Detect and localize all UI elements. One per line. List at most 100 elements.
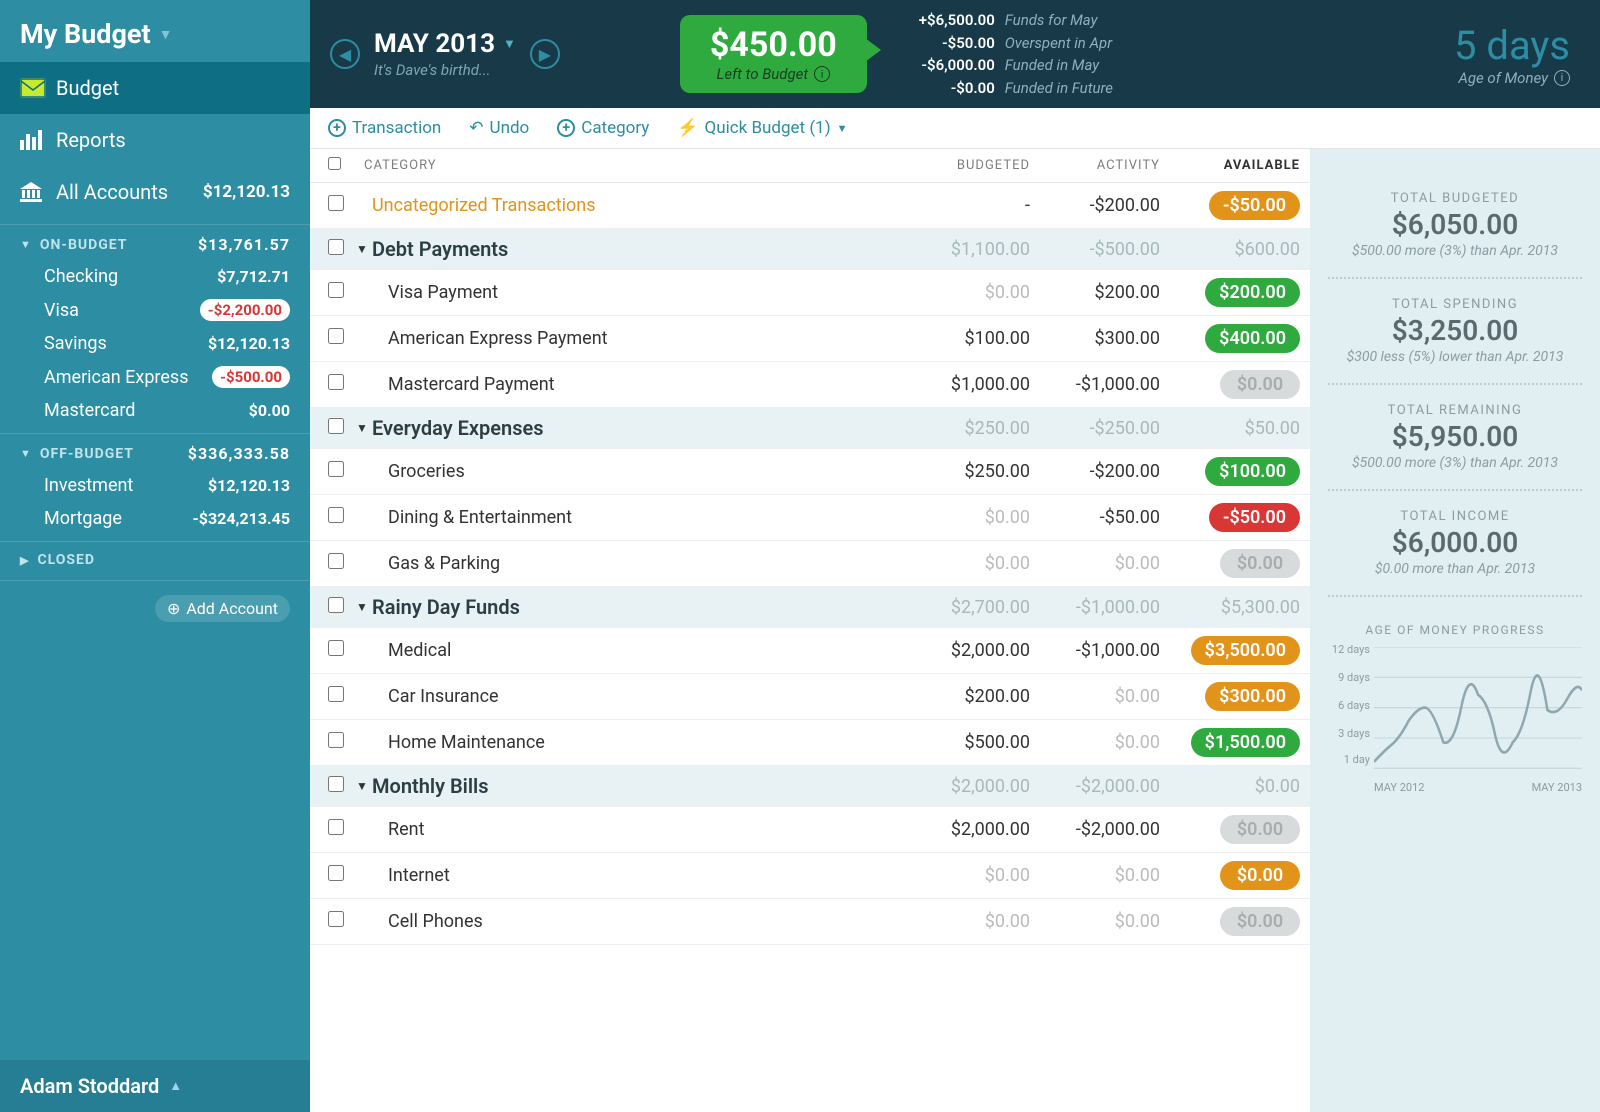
account-row[interactable]: Savings$12,120.13 xyxy=(0,327,310,360)
activity-value[interactable]: -$2,000.00 xyxy=(1030,819,1160,840)
category-group-row[interactable]: ▼Everyday Expenses$250.00-$250.00$50.00 xyxy=(310,408,1310,449)
row-checkbox[interactable] xyxy=(328,507,344,523)
month-selector[interactable]: MAY 2013 ▼ xyxy=(374,29,516,59)
row-checkbox[interactable] xyxy=(328,732,344,748)
chevron-down-icon[interactable]: ▼ xyxy=(356,242,372,256)
add-account-button[interactable]: ⊕ Add Account xyxy=(155,595,290,622)
category-row[interactable]: Home Maintenance$500.00$0.00$1,500.00 xyxy=(310,720,1310,766)
budgeted-value[interactable]: $0.00 xyxy=(900,507,1030,528)
account-row[interactable]: American Express-$500.00 xyxy=(0,360,310,394)
activity-value[interactable]: $300.00 xyxy=(1030,328,1160,349)
row-checkbox[interactable] xyxy=(328,239,344,255)
on-budget-header[interactable]: ▼ ON-BUDGET $13,761.57 xyxy=(0,224,310,260)
budget-selector[interactable]: My Budget ▼ xyxy=(0,0,310,62)
budgeted-value[interactable]: $0.00 xyxy=(900,865,1030,886)
account-row[interactable]: Visa-$2,200.00 xyxy=(0,293,310,327)
uncategorized-row[interactable]: Uncategorized Transactions--$200.00-$50.… xyxy=(310,183,1310,229)
row-checkbox[interactable] xyxy=(328,418,344,434)
row-checkbox[interactable] xyxy=(328,597,344,613)
category-group-row[interactable]: ▼Monthly Bills$2,000.00-$2,000.00$0.00 xyxy=(310,766,1310,807)
account-row[interactable]: Mastercard$0.00 xyxy=(0,394,310,427)
nav-reports[interactable]: Reports xyxy=(0,114,310,166)
available-pill[interactable]: $300.00 xyxy=(1205,682,1300,711)
budgeted-value[interactable]: $1,000.00 xyxy=(900,374,1030,395)
budgeted-value[interactable]: $0.00 xyxy=(900,553,1030,574)
chevron-down-icon[interactable]: ▼ xyxy=(356,779,372,793)
row-checkbox[interactable] xyxy=(328,865,344,881)
activity-value[interactable]: $0.00 xyxy=(1030,911,1160,932)
account-row[interactable]: Checking$7,712.71 xyxy=(0,260,310,293)
activity-value[interactable]: $0.00 xyxy=(1030,865,1160,886)
category-group-row[interactable]: ▼Debt Payments$1,100.00-$500.00$600.00 xyxy=(310,229,1310,270)
row-checkbox[interactable] xyxy=(328,911,344,927)
category-row[interactable]: Groceries$250.00-$200.00$100.00 xyxy=(310,449,1310,495)
available-pill[interactable]: $0.00 xyxy=(1220,907,1300,936)
closed-header[interactable]: ▶ CLOSED xyxy=(0,541,310,581)
available-pill[interactable]: $0.00 xyxy=(1220,815,1300,844)
category-row[interactable]: Medical$2,000.00-$1,000.00$3,500.00 xyxy=(310,628,1310,674)
row-checkbox[interactable] xyxy=(328,686,344,702)
available-pill[interactable]: $0.00 xyxy=(1220,549,1300,578)
budgeted-value[interactable]: $2,000.00 xyxy=(900,640,1030,661)
nav-all-accounts[interactable]: All Accounts $12,120.13 xyxy=(0,166,310,218)
user-menu[interactable]: Adam Stoddard ▲ xyxy=(0,1060,310,1112)
activity-value[interactable]: -$200.00 xyxy=(1030,461,1160,482)
activity-value[interactable]: -$1,000.00 xyxy=(1030,640,1160,661)
quick-budget-button[interactable]: ⚡ Quick Budget (1) ▼ xyxy=(677,118,847,138)
category-row[interactable]: American Express Payment$100.00$300.00$4… xyxy=(310,316,1310,362)
budgeted-value[interactable]: $100.00 xyxy=(900,328,1030,349)
row-checkbox[interactable] xyxy=(328,776,344,792)
available-pill[interactable]: $0.00 xyxy=(1220,370,1300,399)
row-checkbox[interactable] xyxy=(328,282,344,298)
category-row[interactable]: Internet$0.00$0.00$0.00 xyxy=(310,853,1310,899)
category-row[interactable]: Cell Phones$0.00$0.00$0.00 xyxy=(310,899,1310,945)
available-pill[interactable]: -$50.00 xyxy=(1209,191,1300,220)
budgeted-value[interactable]: $250.00 xyxy=(900,461,1030,482)
budgeted-value[interactable]: $0.00 xyxy=(900,282,1030,303)
next-month-button[interactable]: ▶ xyxy=(530,39,560,69)
available-pill[interactable]: -$50.00 xyxy=(1209,503,1300,532)
account-row[interactable]: Mortgage-$324,213.45 xyxy=(0,502,310,535)
prev-month-button[interactable]: ◀ xyxy=(330,39,360,69)
add-transaction-button[interactable]: + Transaction xyxy=(328,118,441,138)
budgeted-value[interactable]: $0.00 xyxy=(900,911,1030,932)
row-checkbox[interactable] xyxy=(328,374,344,390)
activity-value[interactable]: -$50.00 xyxy=(1030,507,1160,528)
available-pill[interactable]: $400.00 xyxy=(1205,324,1300,353)
activity-value[interactable]: $0.00 xyxy=(1030,553,1160,574)
select-all-checkbox[interactable] xyxy=(328,157,341,170)
chevron-down-icon[interactable]: ▼ xyxy=(356,421,372,435)
activity-value[interactable]: $0.00 xyxy=(1030,732,1160,753)
activity-value[interactable]: -$1,000.00 xyxy=(1030,374,1160,395)
add-category-button[interactable]: + Category xyxy=(557,118,649,138)
activity-value[interactable]: $0.00 xyxy=(1030,686,1160,707)
account-row[interactable]: Investment$12,120.13 xyxy=(0,469,310,502)
chevron-down-icon[interactable]: ▼ xyxy=(356,600,372,614)
available-pill[interactable]: $100.00 xyxy=(1205,457,1300,486)
row-checkbox[interactable] xyxy=(328,328,344,344)
category-group-row[interactable]: ▼Rainy Day Funds$2,700.00-$1,000.00$5,30… xyxy=(310,587,1310,628)
off-budget-header[interactable]: ▼ OFF-BUDGET $336,333.58 xyxy=(0,433,310,469)
budgeted-value[interactable]: $2,000.00 xyxy=(900,819,1030,840)
row-checkbox[interactable] xyxy=(328,640,344,656)
category-row[interactable]: Dining & Entertainment$0.00-$50.00-$50.0… xyxy=(310,495,1310,541)
row-checkbox[interactable] xyxy=(328,553,344,569)
info-icon[interactable]: i xyxy=(814,66,830,82)
info-icon[interactable]: i xyxy=(1554,70,1570,86)
row-checkbox[interactable] xyxy=(328,195,344,211)
category-row[interactable]: Car Insurance$200.00$0.00$300.00 xyxy=(310,674,1310,720)
row-checkbox[interactable] xyxy=(328,819,344,835)
available-pill[interactable]: $0.00 xyxy=(1220,861,1300,890)
available-pill[interactable]: $200.00 xyxy=(1205,278,1300,307)
category-row[interactable]: Mastercard Payment$1,000.00-$1,000.00$0.… xyxy=(310,362,1310,408)
category-row[interactable]: Gas & Parking$0.00$0.00$0.00 xyxy=(310,541,1310,587)
activity-value[interactable]: $200.00 xyxy=(1030,282,1160,303)
category-row[interactable]: Visa Payment$0.00$200.00$200.00 xyxy=(310,270,1310,316)
budgeted-value[interactable]: $200.00 xyxy=(900,686,1030,707)
row-checkbox[interactable] xyxy=(328,461,344,477)
category-row[interactable]: Rent$2,000.00-$2,000.00$0.00 xyxy=(310,807,1310,853)
nav-budget[interactable]: Budget xyxy=(0,62,310,114)
undo-button[interactable]: ↶ Undo xyxy=(469,118,529,138)
available-pill[interactable]: $1,500.00 xyxy=(1191,728,1300,757)
budgeted-value[interactable]: $500.00 xyxy=(900,732,1030,753)
